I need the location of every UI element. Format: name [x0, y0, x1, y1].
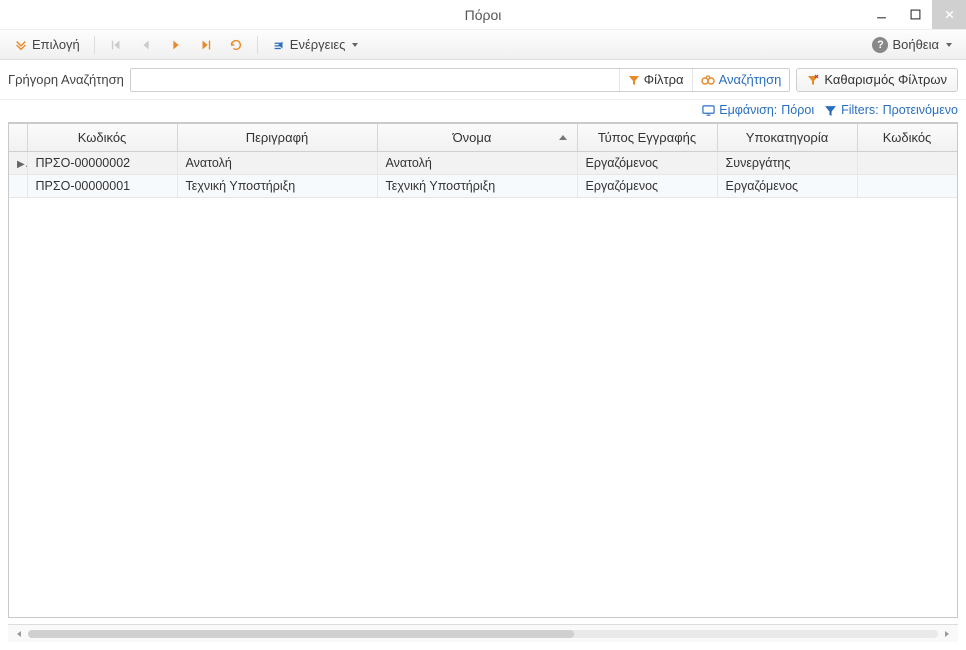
search-bar: Γρήγορη Αναζήτηση Φίλτρα Αναζήτηση Καθαρ… [0, 60, 966, 100]
scroll-thumb[interactable] [28, 630, 574, 638]
view-key: Εμφάνιση: [719, 103, 777, 117]
col-description[interactable]: Περιγραφή [177, 124, 377, 152]
actions-button[interactable]: Ενέργειες [266, 34, 365, 55]
col-code-2[interactable]: Κωδικός [857, 124, 957, 152]
titlebar: Πόροι [0, 0, 966, 30]
filters-button[interactable]: Φίλτρα [619, 69, 692, 91]
horizontal-scrollbar[interactable] [8, 624, 958, 642]
clear-filter-icon [807, 74, 819, 86]
binoculars-icon [701, 74, 715, 86]
actions-icon [272, 38, 286, 52]
nav-prev-icon [139, 38, 153, 52]
grid-wrap: Κωδικός Περιγραφή Όνομα Τύπος Εγγραφής Υ… [8, 122, 958, 618]
select-label: Επιλογή [32, 37, 80, 52]
cell[interactable]: ΠΡΣΟ-00000002 [27, 152, 177, 175]
cell[interactable]: Εργαζόμενος [577, 175, 717, 198]
header-row: Κωδικός Περιγραφή Όνομα Τύπος Εγγραφής Υ… [9, 124, 958, 152]
row-indicator[interactable] [9, 175, 27, 198]
cell-extra [957, 152, 958, 175]
current-row-icon: ▶ [17, 156, 27, 170]
filters-link[interactable]: Filters: Προτεινόμενο [824, 103, 958, 117]
cell-extra [957, 175, 958, 198]
cell[interactable]: Ανατολή [177, 152, 377, 175]
nav-first-icon [109, 38, 123, 52]
grid-body: ▶ΠΡΣΟ-00000002ΑνατολήΑνατολήΕργαζόμενοςΣ… [9, 152, 958, 198]
nav-next-icon [169, 38, 183, 52]
table-row[interactable]: ▶ΠΡΣΟ-00000002ΑνατολήΑνατολήΕργαζόμενοςΣ… [9, 152, 958, 175]
quick-search-label: Γρήγορη Αναζήτηση [8, 72, 124, 87]
minimize-button[interactable] [864, 0, 898, 29]
row-indicator[interactable]: ▶ [9, 152, 27, 175]
search-input[interactable] [131, 69, 619, 91]
filters-value: Προτεινόμενο [883, 103, 958, 117]
filter-icon [628, 74, 640, 86]
nav-last-button[interactable] [193, 35, 219, 55]
nav-next-button[interactable] [163, 35, 189, 55]
cell[interactable]: Εργαζόμενος [577, 152, 717, 175]
cell[interactable]: Ανατολή [377, 152, 577, 175]
search-button-label: Αναζήτηση [719, 72, 782, 87]
window-controls [864, 0, 966, 29]
actions-label: Ενέργειες [290, 37, 346, 52]
minimize-icon [876, 9, 887, 20]
row-selector-header[interactable] [9, 124, 27, 152]
toolbar-separator [94, 36, 95, 54]
close-button[interactable] [932, 0, 966, 29]
nav-prev-button[interactable] [133, 35, 159, 55]
select-button[interactable]: Επιλογή [8, 34, 86, 55]
help-icon: ? [872, 37, 888, 53]
dropdown-caret-icon [946, 43, 952, 47]
sort-asc-icon [559, 135, 567, 140]
cell[interactable] [857, 175, 957, 198]
col-code[interactable]: Κωδικός [27, 124, 177, 152]
view-value: Πόροι [781, 103, 814, 117]
help-button[interactable]: ? Βοήθεια [866, 34, 958, 56]
col-name[interactable]: Όνομα [377, 124, 577, 152]
cell[interactable]: Τεχνική Υποστήριξη [177, 175, 377, 198]
scroll-track[interactable] [28, 630, 938, 638]
nav-first-button[interactable] [103, 35, 129, 55]
window-title: Πόροι [465, 7, 502, 23]
dropdown-caret-icon [352, 43, 358, 47]
refresh-icon [229, 38, 243, 52]
clear-filters-button[interactable]: Καθαρισμός Φίλτρων [796, 68, 958, 92]
maximize-button[interactable] [898, 0, 932, 29]
search-input-wrap: Φίλτρα Αναζήτηση [130, 68, 791, 92]
toolbar: Επιλογή Ενέργειες ? Βοήθεια [0, 30, 966, 60]
filters-label: Φίλτρα [644, 72, 684, 87]
cell[interactable]: Εργαζόμενος [717, 175, 857, 198]
view-links-row: Εμφάνιση: Πόροι Filters: Προτεινόμενο [0, 100, 966, 122]
help-label: Βοήθεια [892, 37, 939, 52]
scroll-right-icon [942, 629, 952, 639]
cell[interactable]: ΠΡΣΟ-00000001 [27, 175, 177, 198]
cell[interactable] [857, 152, 957, 175]
select-icon [14, 38, 28, 52]
nav-last-icon [199, 38, 213, 52]
clear-filters-label: Καθαρισμός Φίλτρων [824, 72, 947, 87]
scroll-left-icon [14, 629, 24, 639]
view-link[interactable]: Εμφάνιση: Πόροι [702, 103, 814, 117]
maximize-icon [910, 9, 921, 20]
refresh-button[interactable] [223, 35, 249, 55]
data-table: Κωδικός Περιγραφή Όνομα Τύπος Εγγραφής Υ… [9, 124, 958, 198]
table-row[interactable]: ΠΡΣΟ-00000001Τεχνική ΥποστήριξηΤεχνική Υ… [9, 175, 958, 198]
search-button[interactable]: Αναζήτηση [692, 69, 790, 91]
cell[interactable]: Συνεργάτης [717, 152, 857, 175]
monitor-icon [702, 104, 715, 117]
filter-icon [824, 104, 837, 117]
cell[interactable]: Τεχνική Υποστήριξη [377, 175, 577, 198]
toolbar-separator [257, 36, 258, 54]
close-icon [944, 9, 955, 20]
col-extra [957, 124, 958, 152]
data-grid: Κωδικός Περιγραφή Όνομα Τύπος Εγγραφής Υ… [8, 123, 958, 618]
col-subcategory[interactable]: Υποκατηγορία [717, 124, 857, 152]
col-record-type[interactable]: Τύπος Εγγραφής [577, 124, 717, 152]
filters-key: Filters: [841, 103, 879, 117]
